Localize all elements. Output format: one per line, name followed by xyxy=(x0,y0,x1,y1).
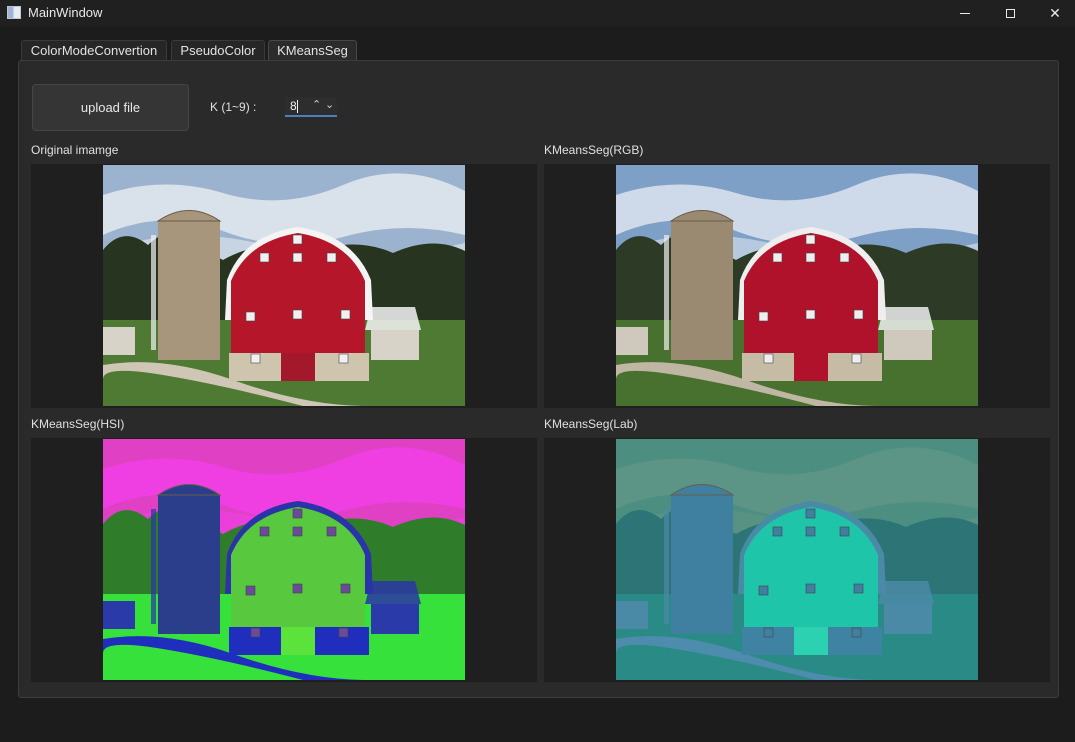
kmeans-hsi-label: KMeansSeg(HSI) xyxy=(31,417,125,431)
upload-file-button[interactable]: upload file xyxy=(32,84,189,131)
k-value[interactable]: 8 xyxy=(290,99,297,113)
maximize-button[interactable] xyxy=(987,0,1033,26)
close-icon: ✕ xyxy=(1049,4,1061,21)
kmeans-lab-label: KMeansSeg(Lab) xyxy=(544,417,638,431)
tab-color-mode-convertion[interactable]: ColorModeConvertion xyxy=(21,40,167,61)
spin-down-icon[interactable]: ⌄ xyxy=(325,98,334,111)
minimize-icon xyxy=(960,12,970,14)
app-icon xyxy=(7,6,21,19)
text-caret xyxy=(297,100,298,113)
kmeans-rgb-image xyxy=(616,165,978,406)
original-image xyxy=(103,165,465,406)
k-label: K (1~9) : xyxy=(210,100,257,114)
close-button[interactable]: ✕ xyxy=(1032,0,1075,26)
kmeans-hsi-image xyxy=(103,439,465,680)
minimize-button[interactable] xyxy=(942,0,988,26)
tab-pseudo-color[interactable]: PseudoColor xyxy=(171,40,265,61)
kmeans-lab-image xyxy=(616,439,978,680)
maximize-icon xyxy=(1005,8,1015,18)
original-image-label: Original imamge xyxy=(31,143,119,157)
window-title: MainWindow xyxy=(28,5,103,20)
kmeans-lab-frame xyxy=(544,438,1050,682)
kmeans-hsi-frame xyxy=(31,438,537,682)
spin-up-icon[interactable]: ⌃ xyxy=(312,98,321,111)
k-spinbox[interactable]: 8 ⌃ ⌄ xyxy=(285,97,337,117)
kmeans-rgb-frame xyxy=(544,164,1050,408)
kmeans-rgb-label: KMeansSeg(RGB) xyxy=(544,143,644,157)
title-bar: MainWindow ✕ xyxy=(0,0,1075,26)
original-image-frame xyxy=(31,164,537,408)
tab-kmeans-seg[interactable]: KMeansSeg xyxy=(268,40,357,61)
